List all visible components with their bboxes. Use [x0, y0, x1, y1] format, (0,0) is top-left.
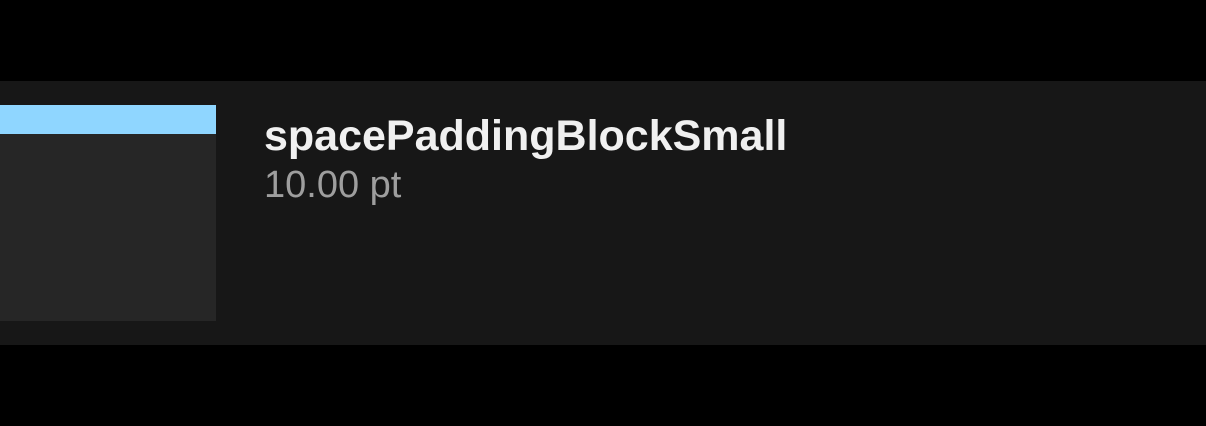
token-row: spacePaddingBlockSmall 10.00 pt [0, 81, 1206, 345]
token-value: 10.00 pt [264, 164, 402, 206]
token-info: spacePaddingBlockSmall 10.00 pt [264, 111, 787, 209]
padding-indicator-bar [0, 105, 216, 134]
spacing-swatch [0, 105, 216, 321]
token-name: spacePaddingBlockSmall [264, 112, 788, 160]
